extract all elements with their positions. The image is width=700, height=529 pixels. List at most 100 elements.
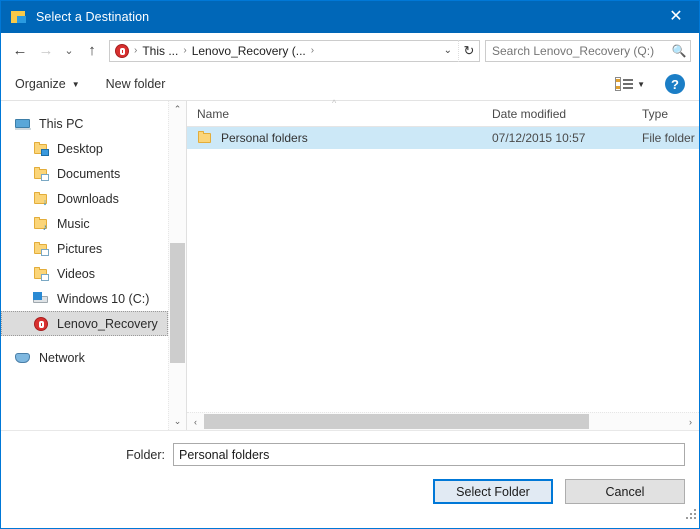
sidebar-item-network[interactable]: Network <box>1 345 168 370</box>
pictures-folder-icon <box>33 241 49 257</box>
refresh-icon[interactable]: ↻ <box>458 40 479 62</box>
scroll-left-button[interactable]: ‹ <box>187 413 204 430</box>
chevron-down-icon: ⌄ <box>64 44 73 57</box>
file-rows: Personal folders 07/12/2015 10:57 File f… <box>187 127 699 412</box>
sidebar-item-label: Desktop <box>57 142 103 156</box>
resize-grip[interactable] <box>684 507 696 519</box>
chevron-down-icon: ▼ <box>72 80 80 89</box>
select-destination-dialog: Select a Destination ✕ ← → ⌄ ↑ › This ..… <box>0 0 700 529</box>
scroll-track[interactable] <box>204 413 682 430</box>
title-bar: Select a Destination ✕ <box>1 1 699 33</box>
search-box[interactable]: 🔍 <box>485 40 691 62</box>
cell-name: Personal folders <box>187 130 482 146</box>
file-list-horizontal-scrollbar[interactable]: ‹ › <box>187 412 699 430</box>
scroll-track[interactable] <box>169 118 186 413</box>
sidebar-item-label: This PC <box>39 117 83 131</box>
folder-input[interactable] <box>174 444 684 465</box>
scroll-thumb[interactable] <box>204 414 589 429</box>
new-folder-button[interactable]: New folder <box>106 77 166 91</box>
scroll-up-button[interactable]: ⌃ <box>169 101 186 118</box>
column-header-date-modified[interactable]: Date modified <box>482 107 632 121</box>
scroll-right-button[interactable]: › <box>682 413 699 430</box>
command-bar: Organize ▼ New folder ▼ ? <box>1 68 699 101</box>
breadcrumb-separator[interactable]: › <box>309 45 316 56</box>
sidebar-item-label: Music <box>57 217 90 231</box>
cancel-button[interactable]: Cancel <box>565 479 685 504</box>
select-folder-label: Select Folder <box>456 485 530 499</box>
up-arrow-icon: ↑ <box>88 42 96 59</box>
close-button[interactable]: ✕ <box>653 1 699 33</box>
dialog-body: This PC Desktop Documents ↓ Downloads ♪ … <box>1 101 699 430</box>
breadcrumb-item-lenovo-recovery[interactable]: Lenovo_Recovery (... <box>189 44 309 58</box>
table-row[interactable]: Personal folders 07/12/2015 10:57 File f… <box>187 127 699 149</box>
sidebar-gap <box>1 336 168 345</box>
file-name-label: Personal folders <box>221 131 308 145</box>
cell-date-modified: 07/12/2015 10:57 <box>482 131 632 145</box>
sidebar-item-windows-drive[interactable]: Windows 10 (C:) <box>1 286 168 311</box>
back-icon: ← <box>13 42 28 59</box>
sidebar-vertical-scrollbar[interactable]: ⌃ ⌄ <box>168 101 186 430</box>
search-icon[interactable]: 🔍 <box>668 44 690 58</box>
windows-drive-icon <box>33 291 49 307</box>
downloads-folder-icon: ↓ <box>33 191 49 207</box>
lenovo-recovery-icon <box>114 43 130 59</box>
column-header-name[interactable]: Name <box>187 107 482 121</box>
sidebar-item-desktop[interactable]: Desktop <box>1 136 168 161</box>
sidebar-item-documents[interactable]: Documents <box>1 161 168 186</box>
sidebar-list: This PC Desktop Documents ↓ Downloads ♪ … <box>1 101 168 430</box>
navigation-pane: This PC Desktop Documents ↓ Downloads ♪ … <box>1 101 187 430</box>
sidebar-item-label: Network <box>39 351 85 365</box>
sidebar-item-label: Lenovo_Recovery <box>57 317 158 331</box>
chevron-down-icon[interactable]: ⌄ <box>438 45 458 56</box>
view-mode-icon[interactable] <box>615 76 633 92</box>
close-icon: ✕ <box>669 9 682 25</box>
organize-button[interactable]: Organize ▼ <box>15 77 80 91</box>
sidebar-item-label: Pictures <box>57 242 102 256</box>
sidebar-item-lenovo-recovery[interactable]: Lenovo_Recovery <box>1 311 168 336</box>
recent-locations-button[interactable]: ⌄ <box>59 38 79 64</box>
address-bar: ← → ⌄ ↑ › This ... › Lenovo_Recovery (..… <box>1 33 699 68</box>
sidebar-item-pictures[interactable]: Pictures <box>1 236 168 261</box>
select-folder-button[interactable]: Select Folder <box>433 479 553 504</box>
sidebar-item-videos[interactable]: Videos <box>1 261 168 286</box>
view-mode-chevron-down-icon[interactable]: ▼ <box>637 80 645 89</box>
breadcrumb-item-this-pc[interactable]: This ... <box>139 44 181 58</box>
help-button[interactable]: ? <box>665 74 685 94</box>
search-input[interactable] <box>486 43 668 59</box>
file-list-pane: ^ Name Date modified Type Personal folde… <box>187 101 699 430</box>
dialog-footer: Folder: Select Folder Cancel <box>1 430 699 522</box>
sidebar-item-label: Windows 10 (C:) <box>57 292 149 306</box>
cell-type: File folder <box>632 131 699 145</box>
breadcrumb-separator: › <box>132 45 139 56</box>
forward-icon: → <box>39 42 54 59</box>
column-headers: ^ Name Date modified Type <box>187 101 699 127</box>
organize-label: Organize <box>15 77 66 91</box>
scroll-thumb[interactable] <box>170 243 185 363</box>
sidebar-item-label: Downloads <box>57 192 119 206</box>
sidebar-item-downloads[interactable]: ↓ Downloads <box>1 186 168 211</box>
network-icon <box>15 350 31 366</box>
sidebar-item-label: Videos <box>57 267 95 281</box>
sort-ascending-icon: ^ <box>332 98 336 108</box>
forward-button: → <box>33 38 59 64</box>
sidebar-item-label: Documents <box>57 167 120 181</box>
videos-folder-icon <box>33 266 49 282</box>
window-title: Select a Destination <box>36 10 149 24</box>
back-button[interactable]: ← <box>7 38 33 64</box>
up-button[interactable]: ↑ <box>79 38 105 64</box>
sidebar-item-music[interactable]: ♪ Music <box>1 211 168 236</box>
scroll-down-button[interactable]: ⌄ <box>169 413 186 430</box>
new-folder-label: New folder <box>106 77 166 91</box>
music-folder-icon: ♪ <box>33 216 49 232</box>
column-header-type[interactable]: Type <box>632 107 699 121</box>
sidebar-item-this-pc[interactable]: This PC <box>1 111 168 136</box>
desktop-folder-icon <box>33 141 49 157</box>
help-icon: ? <box>671 77 679 92</box>
folder-input-wrapper[interactable] <box>173 443 685 466</box>
lenovo-recovery-icon <box>33 316 49 332</box>
breadcrumb[interactable]: › This ... › Lenovo_Recovery (... › ⌄ ↻ <box>109 40 480 62</box>
this-pc-icon <box>15 116 31 132</box>
folder-label: Folder: <box>1 448 173 462</box>
folder-field-row: Folder: <box>1 431 699 466</box>
breadcrumb-separator: › <box>181 45 188 56</box>
